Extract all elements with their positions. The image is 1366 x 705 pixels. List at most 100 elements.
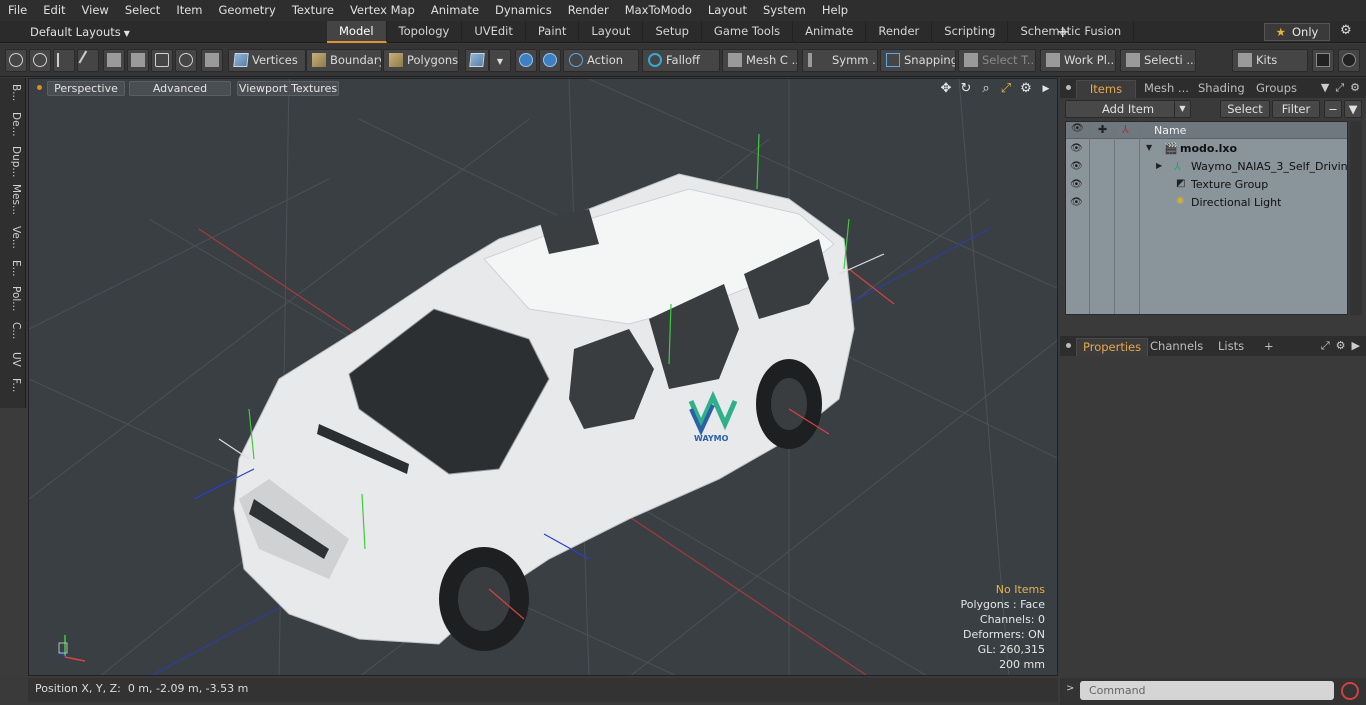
symmetry-a-button[interactable] [515, 49, 537, 72]
advanced-button[interactable]: Advanced [129, 81, 231, 96]
align-button[interactable] [103, 49, 125, 72]
globe-button[interactable] [29, 49, 51, 72]
chevron-down-icon[interactable]: ▼ [1321, 81, 1329, 95]
mesh-constraint-button[interactable]: Mesh C ... [722, 49, 798, 72]
left-tab-curve[interactable]: C... [3, 322, 22, 346]
work-plane-button[interactable]: Work Pl... [1040, 49, 1116, 72]
left-tab-fusion[interactable]: F... [3, 378, 22, 404]
add-panel-tab-icon[interactable]: + [1258, 338, 1280, 356]
menu-select[interactable]: Select [117, 0, 168, 21]
tree-row[interactable]: 👁 ▶ ⅄ Waymo_NAIAS_3_Self_Drivin... [1066, 158, 1347, 176]
tab-scripting[interactable]: Scripting [932, 21, 1009, 43]
tab-properties[interactable]: Properties [1076, 338, 1149, 356]
tree-row[interactable]: 👁 ◩ Texture Group [1066, 176, 1347, 194]
tree-vertical-scrollbar[interactable] [1350, 121, 1362, 315]
symmetry-button[interactable]: Symm ... [802, 49, 878, 72]
tab-groups[interactable]: Groups [1250, 80, 1303, 98]
add-tab-icon[interactable]: + [1056, 22, 1069, 42]
expand-arrow-icon[interactable]: ▶ [1039, 81, 1053, 97]
menu-file[interactable]: File [0, 0, 35, 21]
shield-button[interactable] [201, 49, 223, 72]
filter-button[interactable]: Filter [1272, 100, 1320, 118]
viewport-textures-button[interactable]: Viewport Textures [237, 81, 339, 96]
tree-horizontal-scrollbar[interactable] [1065, 316, 1348, 326]
menu-dynamics[interactable]: Dynamics [487, 0, 560, 21]
tab-lists[interactable]: Lists [1212, 338, 1250, 356]
item-mode-button[interactable] [465, 49, 489, 72]
3d-viewport[interactable]: WAYMO Perspective Advanced Viewport Text… [28, 78, 1058, 676]
tree-row[interactable]: 👁 ▼ 🎬 modo.lxo [1066, 140, 1347, 158]
eye-icon[interactable]: 👁 [1070, 143, 1083, 154]
collapse-button[interactable]: − [1324, 100, 1342, 118]
panel-menu-dot[interactable] [1066, 85, 1071, 90]
menu-system[interactable]: System [755, 0, 814, 21]
fit-icon[interactable]: ⤢ [999, 81, 1013, 97]
viewport-gear-icon[interactable]: ⚙ [1019, 81, 1033, 97]
tab-uvedit[interactable]: UVEdit [462, 21, 526, 43]
tab-topology[interactable]: Topology [387, 21, 463, 43]
eye-icon[interactable]: 👁 [1070, 179, 1083, 190]
menu-item[interactable]: Item [168, 0, 210, 21]
panel-menu-dot[interactable] [1066, 343, 1071, 348]
tab-shading[interactable]: Shading [1192, 80, 1251, 98]
tab-game-tools[interactable]: Game Tools [702, 21, 794, 43]
falloff-button[interactable]: Falloff [642, 49, 720, 72]
panel-gear-icon[interactable]: ⚙ [1350, 81, 1360, 95]
left-tab-vertex[interactable]: Ve... [3, 226, 22, 254]
menu-edit[interactable]: Edit [35, 0, 73, 21]
tab-setup[interactable]: Setup [643, 21, 702, 43]
tab-items[interactable]: Items [1076, 80, 1136, 98]
tab-animate[interactable]: Animate [793, 21, 867, 43]
zoom-icon[interactable]: ⌕ [979, 81, 993, 97]
left-tab-uv[interactable]: UV [3, 352, 22, 372]
menu-animate[interactable]: Animate [423, 0, 487, 21]
pan-icon[interactable]: ✥ [939, 81, 953, 97]
menu-view[interactable]: View [74, 0, 117, 21]
vertices-button[interactable]: Vertices [228, 49, 306, 72]
menu-texture[interactable]: Texture [284, 0, 342, 21]
unreal-button[interactable] [1338, 49, 1360, 72]
viewport-menu-dot[interactable] [37, 85, 42, 90]
layout-selector[interactable]: Default Layouts ▼ [30, 24, 130, 40]
command-input[interactable]: Command [1080, 681, 1334, 700]
eye-icon[interactable]: 👁 [1070, 161, 1083, 172]
selection-sets-button[interactable]: Selecti ... [1120, 49, 1196, 72]
item-mode-dropdown[interactable]: ▼ [489, 49, 511, 72]
menu-help[interactable]: Help [814, 0, 856, 21]
tab-paint[interactable]: Paint [526, 21, 580, 43]
perspective-button[interactable]: Perspective [47, 81, 125, 96]
left-tab-polygon[interactable]: Pol... [3, 286, 22, 318]
select-through-button[interactable]: Select T... [958, 49, 1036, 72]
tab-schematic-fusion[interactable]: Schematic Fusion [1008, 21, 1135, 43]
select-button[interactable]: Select [1220, 100, 1270, 118]
left-tab-basic[interactable]: B... [3, 84, 22, 106]
panel-gear-icon[interactable]: ⚙ [1336, 339, 1346, 353]
left-tab-deform[interactable]: De... [3, 112, 22, 140]
frame-button[interactable] [151, 49, 173, 72]
move-button[interactable] [127, 49, 149, 72]
left-tab-mesh-edit[interactable]: Mes... [3, 184, 22, 220]
expand-triangle-icon[interactable]: ▼ [1146, 143, 1152, 152]
action-button[interactable]: Action [563, 49, 639, 72]
tab-model[interactable]: Model [327, 21, 387, 43]
record-icon[interactable] [1341, 682, 1359, 700]
command-history-icon[interactable]: > [1066, 683, 1074, 694]
tab-channels[interactable]: Channels [1144, 338, 1209, 356]
select-circle-button[interactable] [5, 49, 27, 72]
eye-icon[interactable]: 👁 [1070, 197, 1083, 208]
left-tab-duplicate[interactable]: Dup... [3, 146, 22, 178]
symmetry-b-button[interactable] [539, 49, 561, 72]
boundary-button[interactable]: Boundary [306, 49, 382, 72]
menu-geometry[interactable]: Geometry [211, 0, 284, 21]
rotate-icon[interactable]: ↻ [959, 81, 973, 97]
tab-render[interactable]: Render [866, 21, 933, 43]
brush-button[interactable] [77, 49, 99, 72]
pen-button[interactable] [53, 49, 75, 72]
gear-icon[interactable]: ⚙ [1340, 23, 1352, 38]
menu-maxtomodo[interactable]: MaxToModo [617, 0, 700, 21]
tree-row[interactable]: 👁 ✺ Directional Light [1066, 194, 1347, 212]
kits-button[interactable]: Kits [1232, 49, 1308, 72]
clock-button[interactable] [175, 49, 197, 72]
snapping-button[interactable]: Snapping [880, 49, 956, 72]
tab-mesh[interactable]: Mesh ... [1138, 80, 1195, 98]
